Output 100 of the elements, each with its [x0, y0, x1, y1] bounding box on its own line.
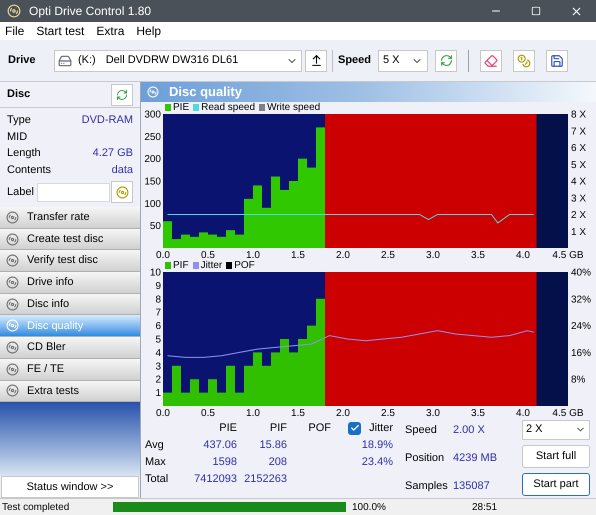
axis-label: 0.5: [201, 408, 215, 418]
label-input[interactable]: [37, 182, 110, 202]
column-header: PIF: [268, 420, 287, 436]
eject-button[interactable]: [305, 50, 327, 72]
axis-label: 2 X: [571, 210, 586, 220]
refresh-button[interactable]: [111, 84, 133, 106]
axis-label: 8 X: [571, 109, 586, 120]
status-window-button[interactable]: Status window >>: [1, 476, 139, 498]
disc-icon: [6, 384, 19, 398]
axis-label: 100: [144, 198, 161, 210]
refresh-button[interactable]: [435, 50, 457, 72]
row-label: Avg: [145, 438, 165, 453]
maximize-icon: [531, 6, 541, 16]
axis-label: 1: [155, 388, 161, 399]
field-value: 4.27 GB: [92, 146, 133, 161]
nav-item[interactable]: Disc info: [0, 294, 140, 316]
menu-item[interactable]: Extra: [96, 22, 124, 40]
axis-label: 7: [155, 307, 161, 318]
stat-value: 2152263: [243, 472, 287, 487]
nav-item[interactable]: Extra tests: [0, 380, 140, 402]
axis-label: 4.5 GB: [552, 408, 584, 418]
info-value: 135087: [453, 479, 491, 494]
axis-label: 24%: [571, 320, 592, 332]
menu-item[interactable]: File: [5, 22, 24, 40]
disc-icon: [6, 254, 19, 268]
axis-label: 8: [155, 294, 161, 305]
axis-label: 1.0: [246, 408, 260, 418]
drive-label: Drive: [8, 53, 37, 68]
copy-button[interactable]: [513, 50, 535, 72]
axis-label: 0.0: [156, 408, 170, 418]
stat-value: 7412093: [193, 472, 237, 487]
menu-item[interactable]: Start test: [36, 22, 84, 40]
stat-value: 23.4%: [360, 454, 393, 470]
disc-icon: [6, 319, 19, 332]
jitter-checkbox[interactable]: [348, 422, 362, 434]
axis-label: 150: [144, 176, 161, 187]
speed-select[interactable]: 5 X: [378, 50, 428, 72]
nav-item[interactable]: Verify test disc: [0, 250, 140, 272]
row-label: Max: [145, 454, 167, 470]
nav-item[interactable]: CD Bler: [0, 337, 140, 359]
axis-label: 16%: [571, 347, 592, 358]
axis-label: 10: [150, 267, 161, 278]
axis-label: 40%: [571, 267, 592, 278]
close-icon: [570, 4, 582, 18]
legend-label: PIF: [173, 260, 189, 272]
axis-label: 1.5: [291, 250, 305, 260]
axis-label: 7 X: [571, 126, 586, 137]
axis-label: 0.5: [201, 250, 215, 260]
start-button[interactable]: Start full: [522, 444, 590, 468]
refresh-icon: [116, 88, 128, 100]
eject-icon: [310, 54, 322, 67]
field-label: Label: [7, 184, 35, 200]
column-header: PIE: [218, 420, 237, 436]
progress-percent: 100.0%: [352, 500, 387, 514]
axis-label: 2: [155, 374, 161, 386]
speed-select[interactable]: 2 X: [522, 420, 590, 440]
save-button[interactable]: [546, 50, 568, 72]
field-value: data: [112, 162, 133, 178]
disc-title: Disc: [7, 87, 30, 102]
stat-value: 208: [268, 454, 287, 470]
axis-label: 2.5: [381, 250, 395, 260]
column-header: POF: [307, 420, 331, 436]
axis-label: 4: [155, 347, 161, 358]
stat-value: 1598: [212, 454, 237, 470]
nav-item[interactable]: Drive info: [0, 272, 140, 294]
axis-label: 300: [144, 109, 161, 120]
elapsed-time: 28:51: [472, 500, 498, 514]
nav-item[interactable]: FE / TE: [0, 358, 140, 380]
start-button[interactable]: Start part: [522, 472, 590, 496]
axis-label: 1.0: [246, 250, 260, 260]
drive-icon: [58, 54, 72, 68]
legend-label: POF: [234, 260, 255, 272]
nav-item[interactable]: Create test disc: [0, 228, 140, 250]
refresh-icon: [440, 54, 452, 67]
axis-label: 1.5: [291, 408, 305, 418]
axis-label: 250: [144, 131, 161, 142]
legend-label: Read speed: [201, 102, 256, 114]
axis-label: 4.0: [516, 408, 530, 418]
info-label: Samples: [405, 479, 449, 494]
nav-item[interactable]: Transfer rate: [0, 207, 140, 229]
check-icon: [350, 423, 360, 433]
axis-label: 4 X: [571, 176, 586, 187]
axis-label: 0.0: [156, 250, 170, 260]
disc-icon: [6, 298, 19, 311]
drive-select[interactable]: (K:) Dell DVDRW DW316 DL61: [54, 50, 302, 72]
disc-button[interactable]: [111, 181, 133, 203]
axis-label: 3.0: [426, 250, 440, 260]
axis-label: 2.0: [336, 250, 350, 260]
erase-button[interactable]: [480, 50, 502, 72]
axis-label: 1 X: [571, 226, 586, 238]
disc-icon: [6, 210, 19, 224]
axis-label: 2.5: [381, 408, 395, 418]
menu-item[interactable]: Help: [136, 22, 162, 40]
speed-label: Speed: [338, 53, 372, 68]
axis-label: 4.5 GB: [552, 250, 584, 260]
axis-label: 50: [150, 220, 161, 232]
panel-title: Disc quality: [169, 83, 242, 101]
info-value: 2.00 X: [453, 423, 486, 438]
axis-label: 32%: [571, 294, 592, 305]
disc-icon: [6, 276, 19, 289]
